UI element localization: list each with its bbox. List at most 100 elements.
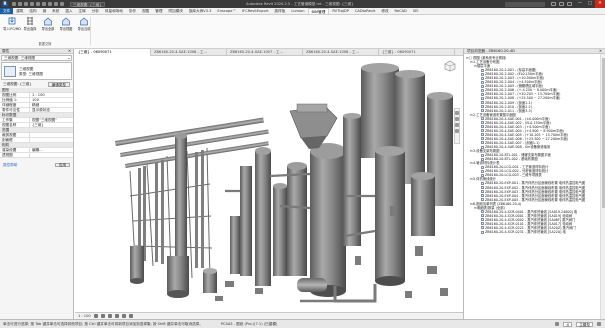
ribbon-tab[interactable]: 结构 bbox=[26, 8, 39, 14]
view-tab[interactable]: ZB6160-20-4-SAE-1007 - 工... bbox=[227, 49, 303, 56]
ribbon-tab[interactable]: ReCAD bbox=[392, 8, 410, 14]
view-icon bbox=[481, 141, 484, 145]
revit-window: R 三维视图: {三维} Autodesk Revit 2020.2.5 - 工… bbox=[0, 0, 605, 328]
ribbon-tab[interactable]: 修改 bbox=[378, 8, 391, 14]
property-value[interactable]: 1 : 100 bbox=[30, 93, 73, 97]
minimize-button[interactable]: — bbox=[575, 0, 585, 8]
browser-tree-item[interactable]: ZB6160-20-4-SCR-0231 - 蒸汽伴热管线 [SA22A] 电 bbox=[466, 230, 598, 234]
ribbon-tab[interactable]: 系统 bbox=[49, 8, 62, 14]
ribbon-tab[interactable]: 钢 bbox=[40, 8, 50, 14]
export-current-button[interactable]: 导出当前 bbox=[74, 16, 94, 38]
visual-style-icon[interactable] bbox=[100, 314, 105, 318]
instance-filter[interactable]: 三维视图: {三维} bbox=[3, 82, 32, 87]
3d-view-icon[interactable] bbox=[60, 2, 64, 6]
view-selector[interactable]: 三维视图: {三维} bbox=[70, 1, 105, 7]
view-tab[interactable]: {三维} - 06090071 bbox=[75, 49, 151, 56]
properties-help-link[interactable]: 属性帮助 bbox=[3, 163, 17, 168]
revit-logo-icon[interactable]: R bbox=[2, 1, 8, 7]
property-value[interactable] bbox=[30, 133, 73, 137]
ribbon-tabs: 文件 建筑 结构钢系统 插入 注释 分析 体量和场地 协作 视图 管理 附加模块 族库大师V3.3 En… bbox=[0, 8, 605, 15]
cart-icon[interactable] bbox=[559, 2, 564, 6]
property-value[interactable]: 100 bbox=[30, 98, 73, 102]
close-button[interactable]: ✕ bbox=[595, 0, 605, 8]
view-tab[interactable]: {三维} - 06090071 bbox=[379, 49, 455, 56]
ribbon-tab[interactable]: IFCRevitExport bbox=[239, 8, 271, 14]
maximize-button[interactable]: □ bbox=[585, 0, 595, 8]
save-icon[interactable] bbox=[18, 2, 22, 6]
ribbon-tab[interactable]: 族样板 bbox=[272, 8, 289, 14]
browser-scrollbar[interactable] bbox=[600, 54, 605, 319]
export-all-icon bbox=[44, 17, 52, 26]
sun-path-icon[interactable] bbox=[107, 314, 112, 318]
view-icon bbox=[481, 210, 484, 214]
property-key: 透视图 bbox=[0, 153, 30, 157]
ribbon-tab[interactable]: BIM管理 bbox=[307, 8, 330, 14]
ribbon-tab[interactable]: 视图 bbox=[139, 8, 152, 14]
text-icon[interactable] bbox=[54, 2, 58, 6]
apply-button[interactable]: 应用 bbox=[54, 163, 70, 167]
ribbon-tab[interactable]: RVTtoJDP bbox=[329, 8, 352, 14]
3d-model-canvas[interactable] bbox=[75, 56, 463, 312]
filter-icon[interactable] bbox=[597, 322, 601, 326]
user-icon[interactable] bbox=[551, 2, 556, 6]
filter-row: 三维视图: {三维} 编辑类型 bbox=[1, 81, 72, 87]
worksets-icon[interactable] bbox=[554, 322, 559, 326]
view-tab[interactable]: ZB6160-20-4-SAE-1006 - 工... bbox=[303, 49, 379, 56]
redo-icon[interactable] bbox=[36, 2, 40, 6]
ribbon-tab[interactable]: 文件 bbox=[0, 8, 14, 14]
ribbon-tab[interactable]: Lumion bbox=[288, 8, 307, 14]
property-value[interactable]: 显示原状态 bbox=[30, 108, 73, 112]
help-icon[interactable] bbox=[567, 2, 572, 6]
large-vessel bbox=[287, 143, 346, 297]
import-ifc-button[interactable]: 导入IFC/MD bbox=[2, 16, 22, 38]
detail-level-icon[interactable] bbox=[93, 314, 98, 318]
search-input[interactable] bbox=[505, 1, 545, 7]
property-value[interactable]: {三维} bbox=[30, 123, 73, 127]
ribbon-tab[interactable]: 插入 bbox=[62, 8, 75, 14]
active-workset[interactable]: 主模型 bbox=[576, 321, 593, 327]
export-view-button[interactable]: 导出视图 bbox=[56, 16, 76, 38]
ribbon-tab[interactable]: SEI bbox=[410, 8, 422, 14]
view-icon bbox=[481, 68, 484, 72]
property-value[interactable] bbox=[30, 153, 73, 157]
view-icon bbox=[481, 165, 484, 169]
open-icon[interactable] bbox=[12, 2, 16, 6]
export-selection-button[interactable]: 导出选择 bbox=[20, 16, 40, 38]
property-value[interactable] bbox=[30, 138, 73, 142]
export-all-button[interactable]: 导出全部 bbox=[38, 16, 58, 38]
ribbon-tab[interactable]: 分析 bbox=[89, 8, 102, 14]
property-value[interactable]: 编辑... bbox=[30, 148, 73, 152]
pan-icon[interactable] bbox=[455, 123, 459, 127]
orbit-icon[interactable] bbox=[455, 129, 459, 133]
3d-view-type-icon bbox=[4, 66, 16, 77]
close-icon[interactable]: ✕ bbox=[68, 49, 71, 54]
steering-wheel-icon[interactable] bbox=[455, 111, 459, 115]
ribbon-tab[interactable]: 附加模块 bbox=[165, 8, 185, 14]
ribbon-tab[interactable]: 协作 bbox=[126, 8, 139, 14]
undo-icon[interactable] bbox=[30, 2, 34, 6]
ribbon-tab[interactable]: 建筑 bbox=[13, 8, 26, 14]
ribbon-tab[interactable]: 体量和场地 bbox=[102, 8, 126, 14]
temporary-hide-icon[interactable] bbox=[128, 314, 133, 318]
measure-icon[interactable] bbox=[48, 2, 52, 6]
ribbon-tab[interactable]: 注释 bbox=[76, 8, 89, 14]
view-tab[interactable]: ZB6160-20-4-SAE-1008 - 工... bbox=[151, 49, 227, 56]
ribbon-tab[interactable]: 族库大师V3.3 bbox=[186, 8, 215, 14]
ribbon-tab[interactable]: Enscape™ bbox=[214, 8, 239, 14]
view-scale[interactable]: 1 : 100 bbox=[78, 314, 91, 318]
ribbon-tab[interactable]: 管理 bbox=[152, 8, 165, 14]
sync-icon[interactable] bbox=[24, 2, 28, 6]
print-icon[interactable] bbox=[42, 2, 46, 6]
property-value[interactable]: 精细 bbox=[30, 103, 73, 107]
zoom-icon[interactable] bbox=[455, 117, 459, 121]
ribbon-tab[interactable]: CADtoRevit bbox=[352, 8, 378, 14]
property-value[interactable]: 视图"三维视图" bbox=[30, 118, 73, 122]
view-icon bbox=[481, 84, 484, 88]
navigation-bar[interactable] bbox=[454, 108, 460, 144]
type-preview[interactable]: 三维视图 类型: 三维视图 bbox=[1, 62, 72, 80]
viewcube-icon[interactable] bbox=[443, 60, 457, 72]
shadows-icon[interactable] bbox=[114, 314, 119, 318]
type-selector[interactable]: 三维视图: 三维视图 bbox=[1, 55, 72, 61]
crop-view-icon[interactable] bbox=[121, 314, 126, 318]
edit-type-button[interactable]: 编辑类型 bbox=[47, 81, 70, 87]
